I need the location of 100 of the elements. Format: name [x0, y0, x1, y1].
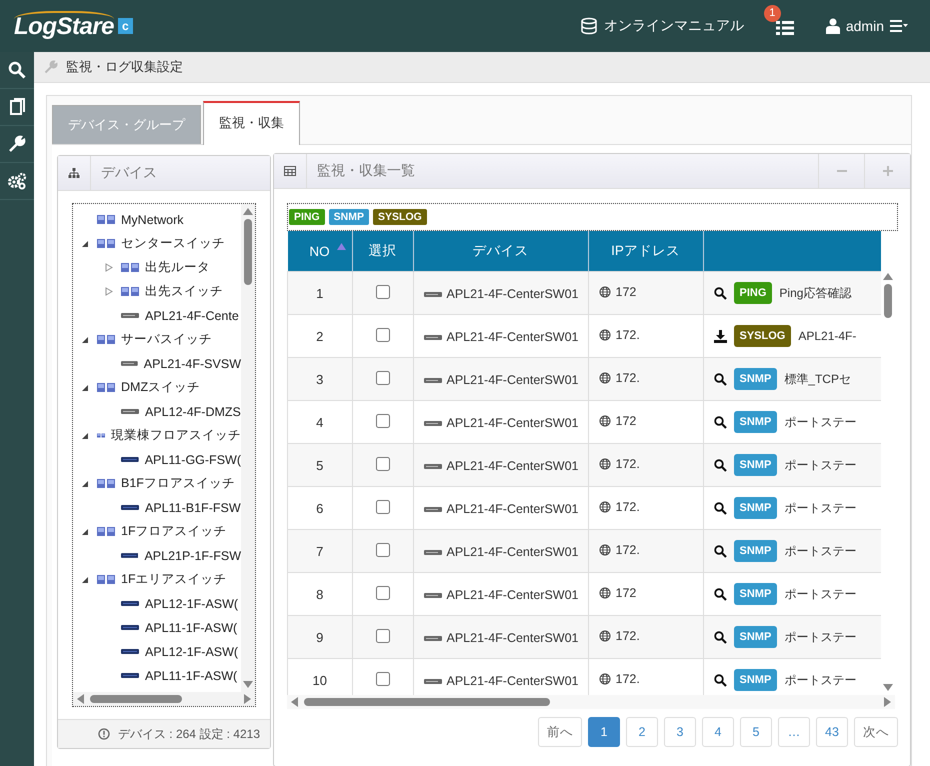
- device-icon: [121, 409, 139, 414]
- prev-page-button[interactable]: 前へ: [538, 717, 582, 747]
- table-cell: ポートステー: [784, 586, 856, 602]
- row-checkbox[interactable]: [376, 284, 390, 298]
- page-button[interactable]: 1: [588, 717, 620, 747]
- page-button[interactable]: 43: [816, 717, 848, 747]
- legend-tag: SNMP: [328, 209, 370, 225]
- column-header[interactable]: NO: [288, 231, 352, 272]
- collapse-icon[interactable]: [81, 528, 89, 536]
- search-icon[interactable]: [714, 372, 726, 386]
- wrench-icon: [8, 135, 26, 153]
- tree-item[interactable]: APL21-4F-SVSW: [144, 356, 241, 371]
- table-icon: [284, 166, 296, 176]
- collapse-icon[interactable]: [81, 480, 89, 488]
- row-checkbox[interactable]: [376, 328, 390, 342]
- page-button[interactable]: …: [778, 717, 810, 747]
- type-tag: SNMP: [734, 540, 778, 562]
- plus-icon: [882, 166, 892, 176]
- search-icon[interactable]: [714, 502, 726, 514]
- tree-item[interactable]: 現業棟フロアスイッチ: [111, 427, 241, 444]
- switch-icon: [121, 553, 138, 558]
- device-icon: [424, 420, 442, 426]
- tree-item[interactable]: APL11-GG-FSW(: [144, 452, 241, 467]
- table-cell: 172.: [616, 457, 640, 471]
- tree-item[interactable]: APL12-1F-ASW(: [145, 596, 238, 611]
- tree-item[interactable]: センタースイッチ: [121, 235, 225, 252]
- table-cell: 9: [288, 616, 352, 658]
- tree-item[interactable]: 出先スイッチ: [145, 283, 223, 300]
- switch-icon: [121, 601, 139, 606]
- tree-item[interactable]: サーバスイッチ: [121, 331, 212, 348]
- tree-item[interactable]: APL12-4F-DMZS: [145, 404, 241, 419]
- type-tag: SNMP: [734, 497, 778, 519]
- table-cell: 172.: [616, 629, 640, 643]
- user-menu[interactable]: admin: [826, 18, 908, 34]
- collapse-icon[interactable]: [81, 384, 89, 392]
- type-tag: SYSLOG: [734, 325, 792, 347]
- page-button[interactable]: 5: [740, 717, 772, 747]
- collapse-icon[interactable]: [81, 432, 89, 440]
- logo-badge: c: [118, 18, 133, 34]
- search-icon[interactable]: [714, 416, 726, 428]
- tree-item[interactable]: B1Fフロアスイッチ: [121, 475, 235, 492]
- row-checkbox[interactable]: [376, 672, 390, 686]
- collapse-icon[interactable]: [81, 576, 89, 584]
- tree-item[interactable]: DMZスイッチ: [121, 379, 200, 396]
- table-cell: ポートステー: [784, 672, 856, 688]
- list-icon[interactable]: [776, 20, 794, 36]
- table-cell: 3: [288, 358, 352, 400]
- page-button[interactable]: 3: [664, 717, 696, 747]
- search-icon[interactable]: [714, 458, 726, 472]
- row-checkbox[interactable]: [376, 628, 390, 642]
- row-checkbox[interactable]: [376, 370, 390, 384]
- page-button[interactable]: 2: [626, 717, 658, 747]
- page-button[interactable]: 4: [702, 717, 734, 747]
- search-icon[interactable]: [714, 588, 726, 600]
- notification-badge: 1: [764, 4, 781, 22]
- column-header[interactable]: デバイス: [413, 231, 588, 272]
- manual-link[interactable]: オンラインマニュアル: [580, 17, 744, 35]
- search-icon[interactable]: [714, 630, 726, 644]
- type-tag: SNMP: [734, 626, 778, 648]
- row-checkbox[interactable]: [376, 414, 390, 428]
- group-icon: [121, 263, 139, 272]
- tree-item[interactable]: 1Fフロアスイッチ: [121, 523, 227, 540]
- tree-item[interactable]: 出先ルータ: [145, 259, 210, 276]
- tree-item[interactable]: APL11-B1F-FSW: [145, 500, 241, 515]
- table-cell: APL21-4F-CenterSW01: [446, 373, 579, 388]
- device-icon: [424, 378, 442, 383]
- tree-item[interactable]: APL21-4F-Cente: [145, 308, 239, 323]
- row-checkbox[interactable]: [376, 542, 390, 556]
- table-cell: APL21-4F-CenterSW01: [446, 631, 579, 646]
- table-cell: 172.: [616, 543, 640, 557]
- row-checkbox[interactable]: [376, 456, 390, 470]
- tab[interactable]: 監視・収集: [203, 101, 300, 145]
- collapse-icon[interactable]: [81, 336, 89, 344]
- column-header[interactable]: 選択: [352, 231, 413, 272]
- tree-item[interactable]: MyNetwork: [121, 212, 184, 227]
- tree-item[interactable]: 1Fエリアスイッチ: [121, 571, 227, 588]
- expand-icon[interactable]: [105, 287, 113, 296]
- search-icon: [8, 61, 26, 79]
- user-icon: [826, 18, 840, 34]
- tree-item[interactable]: APL21P-1F-FSW: [144, 548, 241, 563]
- expand-icon[interactable]: [105, 263, 113, 272]
- table-cell: APL21-4F-: [798, 329, 856, 343]
- tree-item[interactable]: APL11-1F-ASW(: [145, 620, 238, 635]
- download-icon[interactable]: [714, 330, 726, 342]
- globe-icon: [598, 544, 610, 556]
- search-icon[interactable]: [714, 544, 726, 558]
- search-icon[interactable]: [714, 286, 726, 300]
- table-cell: APL21-4F-CenterSW01: [446, 674, 579, 688]
- row-checkbox[interactable]: [376, 586, 390, 600]
- database-icon: [580, 17, 598, 35]
- next-page-button[interactable]: 次へ: [854, 717, 898, 747]
- globe-icon: [598, 329, 610, 341]
- row-checkbox[interactable]: [376, 500, 390, 514]
- collapse-icon[interactable]: [81, 240, 89, 248]
- globe-icon: [598, 673, 610, 685]
- search-icon[interactable]: [714, 674, 726, 686]
- logo[interactable]: LogStare: [14, 11, 114, 41]
- tree-item[interactable]: APL11-1F-ASW(: [145, 668, 238, 683]
- column-header[interactable]: IPアドレス: [588, 231, 703, 272]
- tree-item[interactable]: APL12-1F-ASW(: [145, 644, 238, 659]
